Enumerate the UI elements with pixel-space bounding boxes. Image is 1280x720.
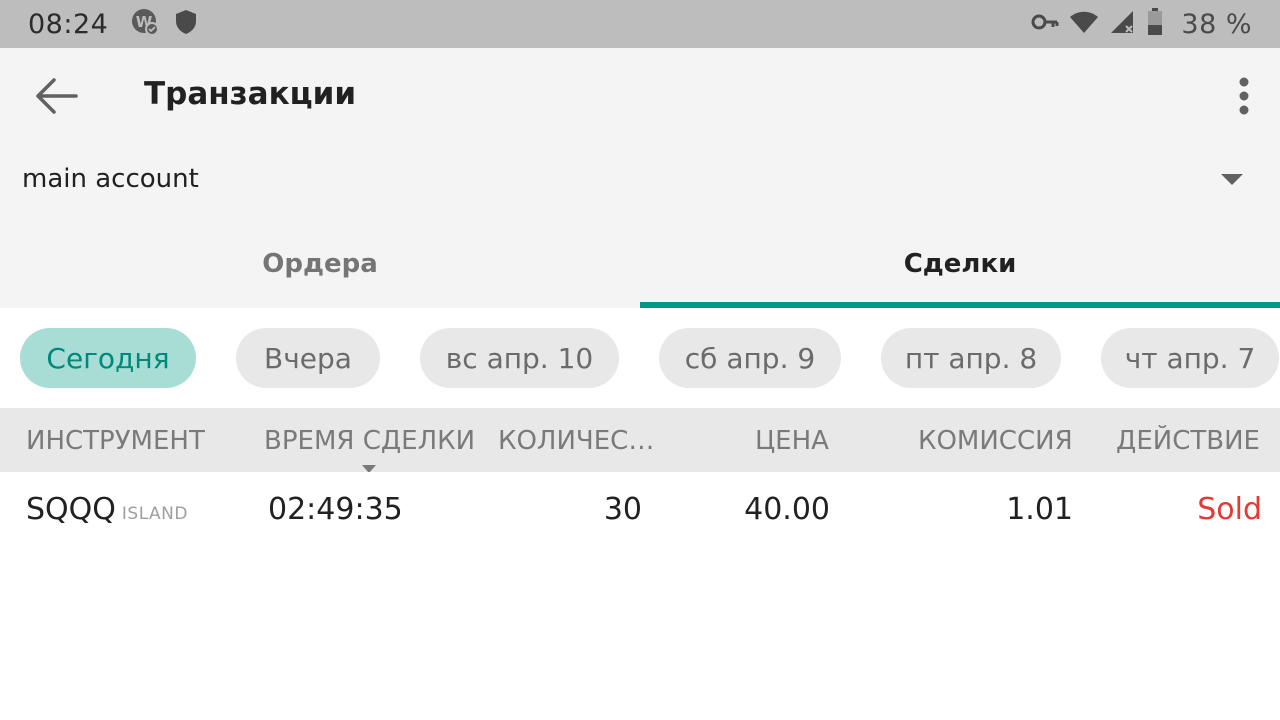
column-header-quantity[interactable]: КОЛИЧЕС… [498,426,654,456]
cell-instrument: SQQQ ISLAND [26,492,188,527]
table-header: ИНСТРУМЕНТ ВРЕМЯ СДЕЛКИ КОЛИЧЕС… ЦЕНА КО… [0,408,1280,473]
chip-label: чт апр. 7 [1124,341,1256,375]
date-filter-chips: Сегодня Вчера вс апр. 10 сб апр. 9 пт ап… [0,308,1280,408]
chip-label: Сегодня [46,341,170,375]
back-button[interactable] [28,72,84,124]
app-toolbar: Транзакции [0,48,1280,148]
column-header-action[interactable]: ДЕЙСТВИЕ [1116,426,1260,456]
chip-label: пт апр. 8 [904,341,1038,375]
status-time: 08:24 [28,8,109,40]
column-header-commission[interactable]: КОМИССИЯ [918,426,1073,456]
tab-trades[interactable]: Сделки [640,220,1280,308]
cell-price: 40.00 [744,492,830,527]
tab-bar: Ордера Сделки [0,220,1280,308]
cell-commission: 1.01 [1006,492,1073,527]
status-bar: 08:24 W 38 % [0,0,1280,48]
instrument-exchange: ISLAND [121,504,188,524]
column-header-trade-time[interactable]: ВРЕМЯ СДЕЛКИ [264,426,475,456]
wifi-icon [1069,10,1099,38]
chip-date-apr-7[interactable]: чт апр. 7 [1101,328,1279,388]
more-vert-icon [1238,76,1250,120]
cell-trade-time: 02:49:35 [268,492,403,527]
status-left-icons: W [130,7,198,41]
dropdown-arrow-icon [1220,172,1244,191]
chip-date-apr-9[interactable]: сб апр. 9 [659,328,841,388]
account-name: main account [22,164,199,194]
vpn-key-icon [1031,12,1059,36]
battery-icon [1147,8,1163,40]
cell-action: Sold [1197,492,1262,527]
table-row[interactable]: SQQQ ISLAND 02:49:35 30 40.00 1.01 Sold [0,472,1280,548]
battery-percent: 38 % [1181,8,1252,40]
chip-today[interactable]: Сегодня [20,328,196,388]
tab-orders-label: Ордера [262,249,378,279]
cell-quantity: 30 [603,492,642,527]
app-notification-icon: W [130,7,160,41]
chip-label: Вчера [264,341,352,375]
column-header-instrument[interactable]: ИНСТРУМЕНТ [26,426,205,456]
status-right-icons: 38 % [1031,8,1252,40]
tab-orders[interactable]: Ордера [0,220,640,308]
instrument-symbol: SQQQ [26,492,116,527]
chip-date-apr-10[interactable]: вс апр. 10 [420,328,619,388]
more-options-button[interactable] [1220,72,1268,124]
chip-yesterday[interactable]: Вчера [236,328,380,388]
arrow-back-icon [34,76,78,120]
cell-signal-icon [1109,9,1137,39]
shield-icon [174,9,198,39]
tab-trades-label: Сделки [903,249,1017,279]
chip-label: сб апр. 9 [684,341,816,375]
account-selector[interactable]: main account [0,148,1280,220]
column-header-price[interactable]: ЦЕНА [755,426,829,456]
chip-label: вс апр. 10 [445,341,594,375]
chip-date-apr-8[interactable]: пт апр. 8 [881,328,1061,388]
page-title: Транзакции [144,76,357,112]
